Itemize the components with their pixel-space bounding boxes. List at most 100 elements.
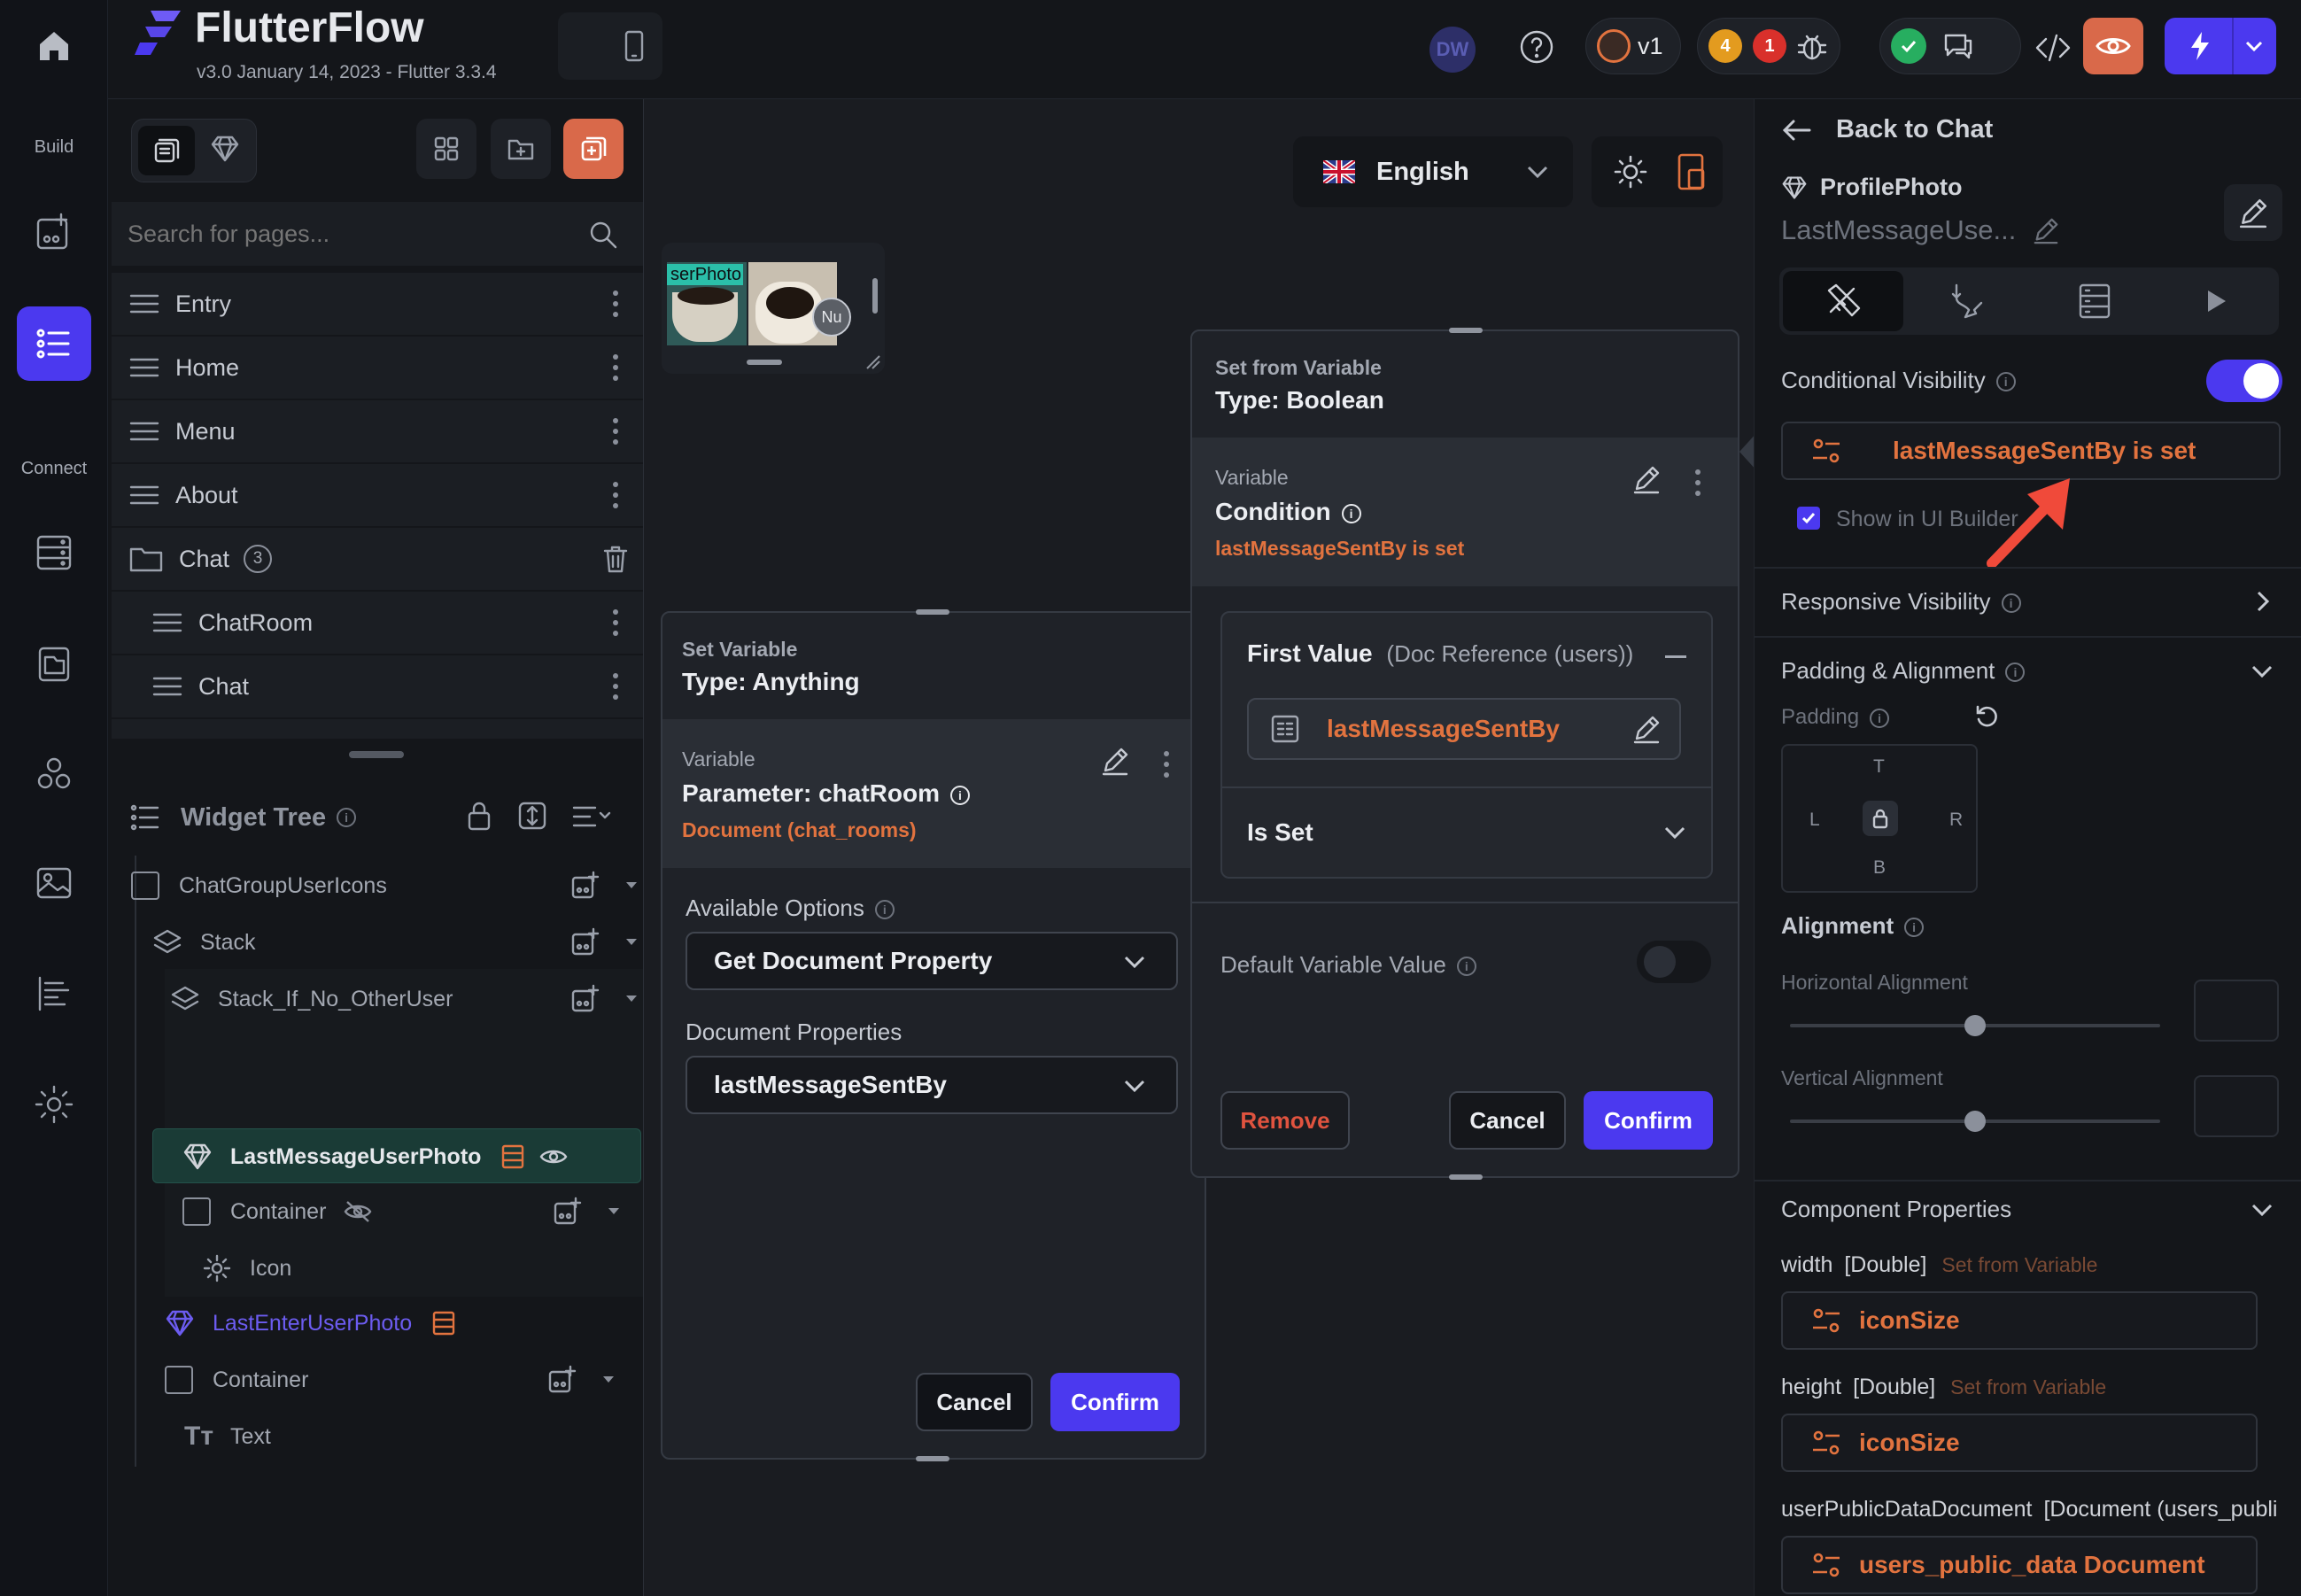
properties-tab-icon[interactable]: [1783, 271, 1903, 331]
media-assets-icon[interactable]: [17, 846, 91, 920]
edit-component-button[interactable]: [2224, 184, 2282, 241]
padding-top[interactable]: T: [1873, 756, 1885, 778]
dialog-drag-handle[interactable]: [916, 609, 949, 615]
operator-select[interactable]: Is Set: [1222, 788, 1711, 877]
integrations-icon[interactable]: [17, 737, 91, 811]
edit-pencil-icon[interactable]: [1631, 714, 1662, 744]
height-field[interactable]: iconSize: [1781, 1414, 2258, 1472]
version-button[interactable]: v1: [1585, 18, 1681, 74]
thumb-handle-side[interactable]: [872, 278, 878, 314]
home-icon[interactable]: [17, 9, 91, 83]
settings-gear-icon[interactable]: [17, 1067, 91, 1142]
light-mode-sun-icon[interactable]: [1613, 154, 1648, 190]
device-select-button[interactable]: [558, 12, 662, 80]
more-icon[interactable]: [1164, 751, 1169, 778]
resize-corner-icon[interactable]: [864, 353, 881, 370]
document-field[interactable]: users_public_data Document: [1781, 1536, 2258, 1594]
page-item-chat[interactable]: Chat: [112, 655, 643, 717]
info-icon[interactable]: i: [337, 808, 357, 827]
code-view-icon[interactable]: [2034, 30, 2072, 66]
padding-left[interactable]: L: [1809, 810, 1820, 831]
slider-thumb[interactable]: [1964, 1111, 1986, 1132]
more-icon[interactable]: [613, 482, 618, 508]
dialog-drag-handle[interactable]: [1449, 328, 1483, 333]
page-item-home[interactable]: Home: [112, 337, 643, 399]
responsive-device-icon[interactable]: [1677, 152, 1707, 191]
run-app-button[interactable]: [2165, 18, 2276, 74]
width-field[interactable]: iconSize: [1781, 1291, 2258, 1350]
folder-item-chat[interactable]: Chat 3: [112, 528, 643, 590]
page-item-chatroom[interactable]: ChatRoom: [112, 592, 643, 654]
add-page-icon[interactable]: [563, 119, 624, 179]
chevron-down-icon[interactable]: [2251, 664, 2274, 678]
horizontal-alignment-input[interactable]: [2194, 980, 2279, 1042]
page-item-entry[interactable]: Entry: [112, 273, 643, 335]
conditional-visibility-toggle[interactable]: [2206, 360, 2282, 402]
edit-pencil-icon[interactable]: [1100, 746, 1130, 776]
grid-view-icon[interactable]: [416, 119, 476, 179]
vertical-alignment-input[interactable]: [2194, 1075, 2279, 1137]
more-icon[interactable]: [1695, 469, 1701, 496]
widget-tree-icon[interactable]: [17, 306, 91, 381]
database-icon[interactable]: [17, 515, 91, 590]
available-options-select[interactable]: Get Document Property: [686, 932, 1178, 990]
chevron-right-icon[interactable]: [2256, 590, 2270, 613]
vertical-alignment-slider[interactable]: [1790, 1111, 2160, 1132]
more-icon[interactable]: [613, 418, 618, 445]
chevron-down-icon[interactable]: [2251, 1203, 2274, 1217]
more-icon[interactable]: [613, 673, 618, 700]
page-item-menu[interactable]: Menu: [112, 400, 643, 462]
horizontal-alignment-slider[interactable]: [1790, 1015, 2160, 1036]
edit-pencil-icon[interactable]: [1631, 464, 1662, 494]
actions-tab-icon[interactable]: [1949, 282, 1988, 321]
help-icon[interactable]: [1518, 28, 1555, 66]
preview-eye-button[interactable]: [2083, 18, 2143, 74]
widget-name[interactable]: LastMessageUse...: [1781, 214, 2060, 246]
lock-icon[interactable]: [466, 801, 492, 831]
dialog-drag-handle-bottom[interactable]: [1449, 1174, 1483, 1180]
tree-options-icon[interactable]: [572, 804, 611, 829]
collaboration-button[interactable]: [1879, 18, 2021, 74]
panel-resize-handle[interactable]: [349, 751, 404, 758]
storage-icon[interactable]: [17, 627, 91, 701]
cancel-button[interactable]: Cancel: [1449, 1091, 1566, 1150]
reset-icon[interactable]: [1974, 703, 2001, 730]
trash-icon[interactable]: [602, 545, 629, 573]
confirm-button[interactable]: Confirm: [1050, 1373, 1180, 1431]
back-to-chat-link[interactable]: Back to Chat: [1781, 115, 1993, 144]
default-value-toggle[interactable]: [1637, 941, 1711, 983]
show-in-builder-checkbox[interactable]: [1797, 507, 1820, 530]
backend-query-tab-icon[interactable]: [2075, 282, 2114, 321]
padding-editor[interactable]: T L R B: [1781, 744, 1978, 893]
debug-issues-button[interactable]: 4 1: [1697, 18, 1840, 74]
page-search[interactable]: [112, 202, 643, 266]
responsive-visibility-label[interactable]: Responsive Visibility i: [1781, 588, 2021, 616]
language-select[interactable]: English: [1293, 136, 1573, 207]
cancel-button[interactable]: Cancel: [916, 1373, 1033, 1431]
play-tab-icon[interactable]: [2204, 287, 2229, 315]
app-details-icon[interactable]: [17, 957, 91, 1031]
padding-bottom[interactable]: B: [1873, 857, 1886, 879]
add-widget-icon[interactable]: [17, 195, 91, 269]
more-icon[interactable]: [613, 609, 618, 636]
slider-thumb[interactable]: [1964, 1015, 1986, 1036]
user-avatar[interactable]: DW: [1429, 27, 1476, 73]
more-icon[interactable]: [613, 291, 618, 317]
search-input[interactable]: [128, 214, 553, 253]
padding-right[interactable]: R: [1949, 810, 1963, 831]
pages-tab-icon[interactable]: [138, 126, 195, 175]
new-folder-icon[interactable]: [491, 119, 551, 179]
dialog-drag-handle-bottom[interactable]: [916, 1456, 949, 1461]
first-value-field[interactable]: lastMessageSentBy: [1247, 698, 1681, 760]
components-diamond-icon[interactable]: [209, 133, 241, 165]
confirm-button[interactable]: Confirm: [1584, 1091, 1713, 1150]
page-item-about[interactable]: About: [112, 464, 643, 526]
collapse-minus-icon[interactable]: [1665, 655, 1686, 658]
expand-collapse-icon[interactable]: [517, 801, 547, 831]
padding-lock-icon[interactable]: [1863, 801, 1898, 836]
canvas-widget-preview[interactable]: serPhoto Nu: [662, 243, 885, 374]
thumb-handle[interactable]: [747, 360, 782, 365]
search-icon[interactable]: [588, 220, 618, 250]
remove-button[interactable]: Remove: [1220, 1091, 1350, 1150]
document-properties-select[interactable]: lastMessageSentBy: [686, 1056, 1178, 1114]
